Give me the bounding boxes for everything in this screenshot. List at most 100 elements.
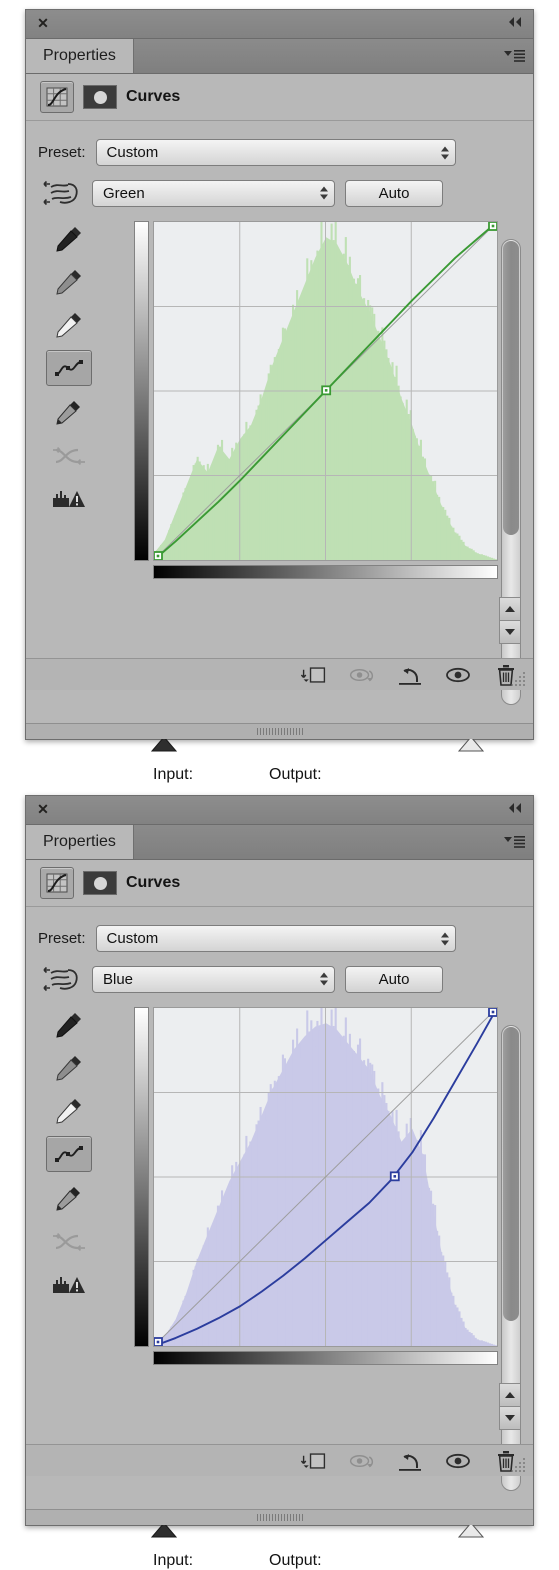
- close-icon[interactable]: ✕: [36, 802, 50, 816]
- auto-label: Auto: [378, 184, 410, 202]
- properties-panel: ✕ Properties Curves Preset: Custom Green Auto I…: [25, 9, 534, 783]
- on-image-adjustment-icon[interactable]: [38, 964, 82, 994]
- output-label: Output:: [269, 1552, 322, 1569]
- resize-grip[interactable]: [509, 1456, 527, 1472]
- tab-label: Properties: [43, 47, 116, 64]
- panel-footer: [26, 658, 533, 690]
- scroll-buttons: [499, 597, 521, 644]
- edit-points-curve-tool[interactable]: [46, 350, 92, 386]
- curve-plot-area[interactable]: [153, 1007, 498, 1347]
- curves-adjustment-icon[interactable]: [40, 867, 74, 899]
- chevron-updown-icon: [440, 146, 449, 159]
- drag-dots: [256, 728, 303, 735]
- panel-body: Preset: Custom Blue Auto Input: Output:: [26, 907, 533, 1569]
- sample-gray-point-eyedropper[interactable]: [47, 264, 91, 298]
- close-icon[interactable]: ✕: [36, 16, 50, 30]
- preset-label: Preset:: [38, 930, 86, 947]
- scroll-down-button[interactable]: [500, 621, 520, 643]
- sample-gray-point-eyedropper[interactable]: [47, 1050, 91, 1084]
- scroll-up-button[interactable]: [500, 598, 520, 621]
- view-previous-state-button[interactable]: [349, 663, 375, 687]
- layer-mask-thumbnail[interactable]: [83, 85, 117, 109]
- auto-label: Auto: [378, 970, 410, 988]
- draw-curve-pencil-tool[interactable]: [47, 1181, 91, 1215]
- auto-button[interactable]: Auto: [345, 179, 443, 207]
- page-title: Curves: [126, 88, 181, 105]
- input-label: Input:: [153, 1552, 194, 1569]
- curves-tool-column: [40, 1007, 98, 1301]
- input-label: Input:: [153, 766, 194, 783]
- tab-label: Properties: [43, 833, 116, 850]
- chevron-updown-icon: [320, 186, 328, 200]
- input-output-row: Input: Output:: [26, 766, 533, 784]
- reset-adjustment-button[interactable]: [397, 1449, 423, 1473]
- sample-black-point-eyedropper[interactable]: [47, 1007, 91, 1041]
- page-title: Curves: [126, 874, 181, 891]
- clip-to-layer-button[interactable]: [301, 663, 327, 687]
- tab-properties[interactable]: Properties: [26, 825, 134, 859]
- draw-curve-pencil-tool[interactable]: [47, 395, 91, 429]
- preset-value: Custom: [106, 144, 159, 161]
- scroll-buttons: [499, 1383, 521, 1430]
- adjustment-header: Curves: [26, 74, 533, 121]
- output-gradient-bar: [134, 221, 149, 561]
- scrollbar-thumb[interactable]: [503, 1027, 519, 1321]
- panel-menu-icon[interactable]: [503, 834, 525, 848]
- panel-titlebar: ✕: [26, 10, 533, 39]
- chevron-updown-icon: [320, 972, 328, 986]
- panel-resize-strip[interactable]: [26, 1509, 533, 1525]
- sample-black-point-eyedropper[interactable]: [47, 221, 91, 255]
- edit-points-curve-tool[interactable]: [46, 1136, 92, 1172]
- smooth-curve-values-tool[interactable]: [47, 438, 91, 472]
- properties-panel: ✕ Properties Curves Preset: Custom Blue Auto In…: [25, 795, 534, 1569]
- resize-grip[interactable]: [509, 670, 527, 686]
- output-label: Output:: [269, 766, 322, 783]
- clipping-warning-icon[interactable]: [47, 481, 91, 515]
- curves-tool-column: [40, 221, 98, 515]
- input-gradient-bar: [153, 565, 498, 579]
- scroll-down-button[interactable]: [500, 1407, 520, 1429]
- channel-value: Blue: [103, 970, 134, 988]
- layer-mask-thumbnail[interactable]: [83, 871, 117, 895]
- drag-dots: [256, 1514, 303, 1521]
- channel-row: Blue Auto: [26, 964, 443, 994]
- collapse-double-arrow-icon[interactable]: [506, 16, 524, 30]
- preset-select[interactable]: Custom: [95, 925, 456, 952]
- clipping-warning-icon[interactable]: [47, 1267, 91, 1301]
- toggle-layer-visibility-button[interactable]: [445, 1449, 471, 1473]
- clip-to-layer-button[interactable]: [301, 1449, 327, 1473]
- auto-button[interactable]: Auto: [345, 965, 443, 993]
- curves-adjustment-icon[interactable]: [40, 81, 74, 113]
- input-gradient-bar: [153, 1351, 498, 1365]
- curve-plot-area[interactable]: [153, 221, 498, 561]
- panel-footer: [26, 1444, 533, 1476]
- channel-select[interactable]: Green: [92, 179, 335, 207]
- on-image-adjustment-icon[interactable]: [38, 178, 82, 208]
- sample-white-point-eyedropper[interactable]: [47, 1093, 91, 1127]
- collapse-double-arrow-icon[interactable]: [506, 802, 524, 816]
- tab-properties[interactable]: Properties: [26, 39, 134, 73]
- panel-tabstrip: Properties: [26, 825, 533, 860]
- channel-select[interactable]: Blue: [92, 965, 335, 993]
- mask-dot: [93, 90, 107, 104]
- panel-body: Preset: Custom Green Auto Input: Output:: [26, 121, 533, 783]
- panel-resize-strip[interactable]: [26, 723, 533, 739]
- curves-graph: [134, 221, 498, 579]
- panel-titlebar: ✕: [26, 796, 533, 825]
- mask-dot: [93, 876, 107, 890]
- toggle-layer-visibility-button[interactable]: [445, 663, 471, 687]
- input-output-row: Input: Output:: [26, 1552, 533, 1570]
- preset-label: Preset:: [38, 144, 86, 161]
- preset-row: Preset: Custom: [26, 139, 456, 166]
- panel-tabstrip: Properties: [26, 39, 533, 74]
- smooth-curve-values-tool[interactable]: [47, 1224, 91, 1258]
- view-previous-state-button[interactable]: [349, 1449, 375, 1473]
- channel-value: Green: [103, 184, 145, 202]
- adjustment-header: Curves: [26, 860, 533, 907]
- scrollbar-thumb[interactable]: [503, 241, 519, 535]
- sample-white-point-eyedropper[interactable]: [47, 307, 91, 341]
- panel-menu-icon[interactable]: [503, 48, 525, 62]
- scroll-up-button[interactable]: [500, 1384, 520, 1407]
- reset-adjustment-button[interactable]: [397, 663, 423, 687]
- preset-select[interactable]: Custom: [95, 139, 456, 166]
